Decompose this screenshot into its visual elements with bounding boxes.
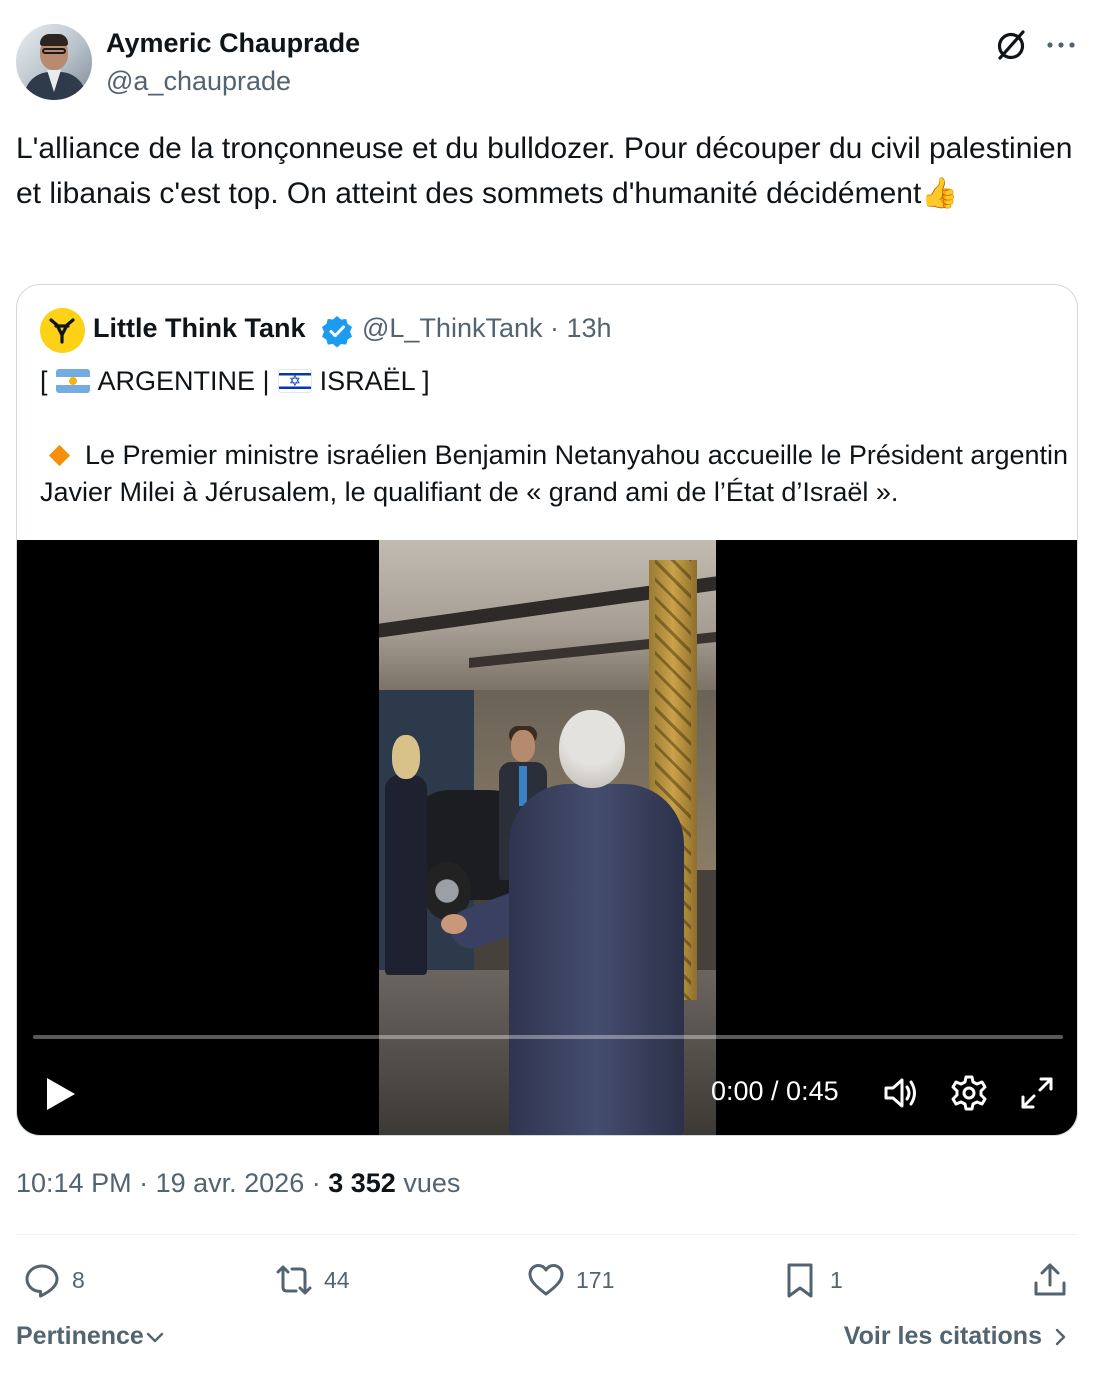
- bookmark-icon: [787, 1263, 813, 1298]
- repost-icon: [276, 1265, 312, 1295]
- sort-label: Pertinence: [16, 1322, 144, 1350]
- divider: [16, 1234, 1078, 1235]
- video-time: 0:00 / 0:45: [711, 1076, 839, 1106]
- grok-icon[interactable]: [992, 26, 1030, 64]
- share-button[interactable]: [1030, 1258, 1070, 1302]
- author-name[interactable]: Aymeric Chauprade: [106, 28, 360, 59]
- bracket-open: [: [40, 366, 48, 396]
- bookmark-button[interactable]: 1: [780, 1258, 843, 1302]
- view-quotes-label: Voir les citations: [843, 1322, 1042, 1350]
- quoted-author-handle-time[interactable]: @L_ThinkTank · 13h: [362, 313, 612, 344]
- reply-count: 8: [72, 1266, 85, 1293]
- repost-button[interactable]: 44: [274, 1258, 350, 1302]
- tweet-header: Aymeric Chauprade @a_chauprade: [16, 24, 1082, 104]
- chevron-down-icon: [146, 1332, 164, 1342]
- headline-country-2: ISRAËL ]: [319, 366, 430, 396]
- quoted-tweet-body: Le Premier ministre israélien Benjamin N…: [40, 437, 1070, 511]
- video-progress-bar[interactable]: [33, 1035, 1063, 1039]
- views-count: 3 352: [328, 1168, 396, 1198]
- quoted-author-name[interactable]: Little Think Tank: [93, 313, 306, 344]
- reply-icon: [25, 1264, 59, 1298]
- israel-flag-icon: [277, 369, 312, 393]
- view-quotes-link[interactable]: Voir les citations: [844, 1322, 1072, 1351]
- headline-country-1: ARGENTINE |: [97, 366, 270, 396]
- play-icon[interactable]: [45, 1076, 77, 1112]
- share-icon: [1034, 1263, 1066, 1296]
- author-handle[interactable]: @a_chauprade: [106, 66, 291, 97]
- author-avatar[interactable]: [16, 24, 92, 100]
- tweet-text: L'alliance de la tronçonneuse et du bull…: [16, 132, 1073, 210]
- chevron-right-icon: [1055, 1328, 1066, 1345]
- views-label: vues: [403, 1168, 461, 1198]
- video-frame: [379, 540, 716, 1135]
- orange-diamond-icon: [48, 444, 71, 466]
- reply-button[interactable]: 8: [22, 1258, 85, 1302]
- tweet-time[interactable]: 10:14 PM: [16, 1168, 132, 1198]
- video-player[interactable]: 0:00 / 0:45: [17, 540, 1077, 1135]
- like-button[interactable]: 171: [526, 1258, 614, 1302]
- repost-count: 44: [324, 1266, 350, 1293]
- more-options-icon[interactable]: [1042, 26, 1080, 64]
- quoted-tweet-body-text: Le Premier ministre israélien Benjamin N…: [40, 440, 1069, 507]
- quoted-tweet-headline: [ ARGENTINE | ISRAËL ]: [40, 363, 430, 399]
- bookmark-count: 1: [830, 1266, 843, 1293]
- fullscreen-icon[interactable]: [1017, 1073, 1057, 1113]
- tweet-meta: 10:14 PM · 19 avr. 2026 · 3 352 vues: [16, 1168, 461, 1198]
- quoted-tweet-card[interactable]: Little Think Tank @L_ThinkTank · 13h [ A…: [16, 284, 1078, 1136]
- like-count: 171: [576, 1266, 615, 1293]
- tweet-date[interactable]: 19 avr. 2026: [156, 1168, 305, 1198]
- volume-icon[interactable]: [881, 1073, 921, 1113]
- sort-dropdown[interactable]: Pertinence: [16, 1322, 166, 1351]
- verified-badge-icon: [322, 316, 352, 348]
- heart-icon: [528, 1264, 564, 1296]
- quoted-author-avatar[interactable]: [40, 308, 85, 353]
- settings-gear-icon[interactable]: [949, 1073, 989, 1113]
- argentina-flag-icon: [55, 369, 90, 393]
